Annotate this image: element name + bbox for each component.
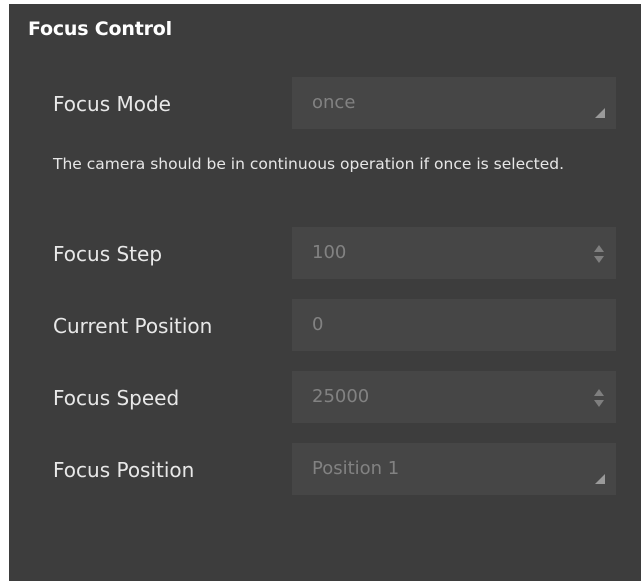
current-position-value: 0 bbox=[312, 314, 324, 335]
current-position-field[interactable]: 0 bbox=[292, 299, 616, 351]
focus-speed-label: Focus Speed bbox=[53, 386, 180, 410]
focus-speed-spinbox[interactable]: 25000 bbox=[292, 371, 616, 423]
focus-mode-value: once bbox=[312, 92, 356, 113]
dropdown-corner-icon bbox=[595, 474, 605, 484]
focus-position-select[interactable]: Position 1 bbox=[292, 443, 616, 495]
spin-arrows-icon[interactable] bbox=[594, 245, 604, 263]
section-title: Focus Control bbox=[28, 18, 172, 40]
spin-down-icon[interactable] bbox=[594, 400, 604, 407]
focus-step-value: 100 bbox=[312, 242, 347, 263]
dropdown-corner-icon bbox=[595, 108, 605, 118]
focus-mode-label: Focus Mode bbox=[53, 92, 171, 116]
spin-down-icon[interactable] bbox=[594, 256, 604, 263]
focus-mode-note: The camera should be in continuous opera… bbox=[53, 155, 565, 173]
focus-step-spinbox[interactable]: 100 bbox=[292, 227, 616, 279]
focus-step-label: Focus Step bbox=[53, 242, 163, 266]
spin-arrows-icon[interactable] bbox=[594, 389, 604, 407]
focus-position-value: Position 1 bbox=[312, 458, 400, 479]
spin-up-icon[interactable] bbox=[594, 245, 604, 252]
focus-position-label: Focus Position bbox=[53, 458, 195, 482]
current-position-label: Current Position bbox=[53, 314, 213, 338]
focus-mode-select[interactable]: once bbox=[292, 77, 616, 129]
spin-up-icon[interactable] bbox=[594, 389, 604, 396]
focus-speed-value: 25000 bbox=[312, 386, 370, 407]
